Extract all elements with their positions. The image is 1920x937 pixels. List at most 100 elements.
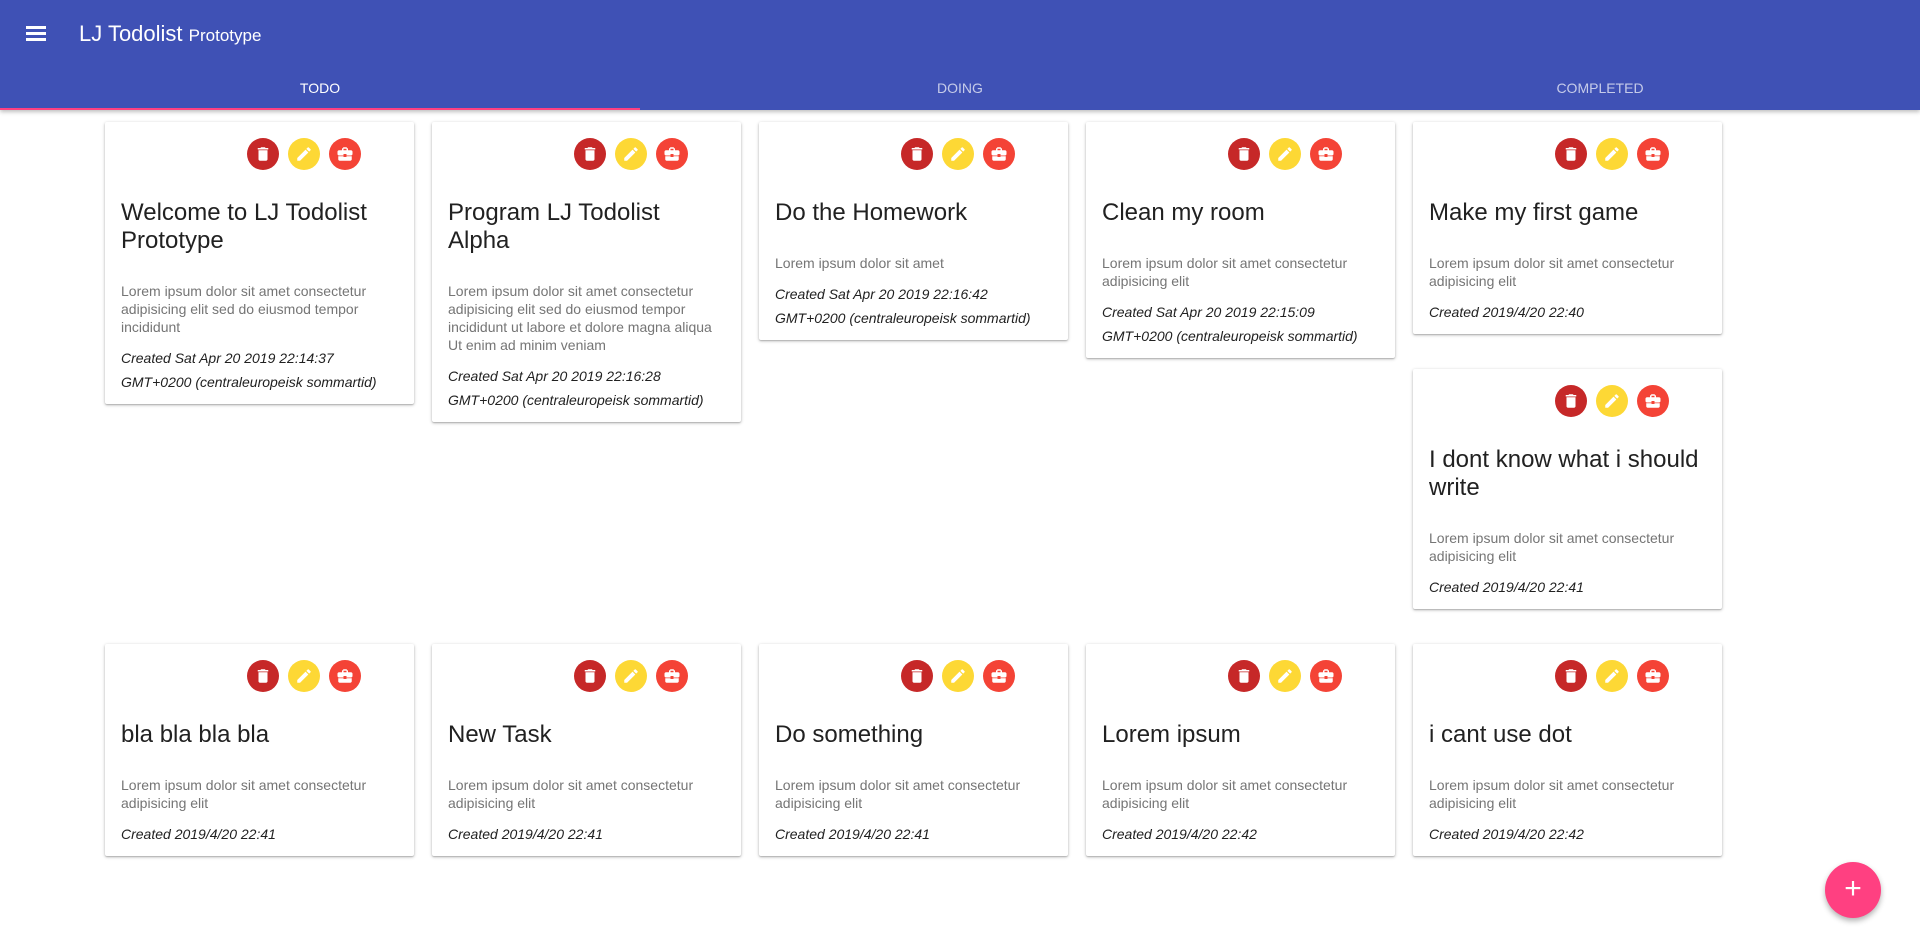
card-actions: [901, 660, 1015, 692]
menu-icon[interactable]: [20, 17, 52, 47]
move-button[interactable]: [1637, 385, 1669, 417]
move-button[interactable]: [983, 660, 1015, 692]
delete-button[interactable]: [1228, 138, 1260, 170]
delete-button[interactable]: [1228, 660, 1260, 692]
edit-icon: [297, 147, 311, 161]
delete-icon: [911, 669, 923, 683]
edit-button[interactable]: [288, 138, 320, 170]
move-button[interactable]: [983, 138, 1015, 170]
card-description: Lorem ipsum dolor sit amet consectetur a…: [1429, 255, 1675, 289]
tab-bar: TODO DOING COMPLETED: [0, 68, 1920, 110]
add-task-button[interactable]: +: [1825, 862, 1881, 918]
edit-button[interactable]: [615, 138, 647, 170]
edit-button[interactable]: [942, 660, 974, 692]
edit-button[interactable]: [615, 660, 647, 692]
edit-button[interactable]: [1269, 660, 1301, 692]
card-created-date: Created Sat Apr 20 2019 22:16:42 GMT+020…: [775, 286, 1031, 326]
delete-icon: [584, 669, 596, 683]
edit-button[interactable]: [942, 138, 974, 170]
todo-card: New Task Lorem ipsum dolor sit amet cons…: [432, 644, 741, 856]
move-button[interactable]: [656, 138, 688, 170]
move-button[interactable]: [1637, 138, 1669, 170]
delete-button[interactable]: [1555, 385, 1587, 417]
delete-button[interactable]: [901, 660, 933, 692]
edit-icon: [297, 669, 311, 683]
edit-icon: [1605, 394, 1619, 408]
card-created-date: Created Sat Apr 20 2019 22:15:09 GMT+020…: [1102, 304, 1358, 344]
edit-icon: [951, 669, 965, 683]
delete-button[interactable]: [901, 138, 933, 170]
card-actions: [247, 138, 361, 170]
delete-button[interactable]: [574, 660, 606, 692]
todo-card: Clean my room Lorem ipsum dolor sit amet…: [1086, 122, 1395, 358]
briefcase-icon: [1645, 394, 1661, 408]
todo-card: i cant use dot Lorem ipsum dolor sit ame…: [1413, 644, 1722, 856]
card-description: Lorem ipsum dolor sit amet consectetur a…: [1429, 777, 1675, 811]
briefcase-icon: [337, 669, 353, 683]
card-actions: [247, 660, 361, 692]
tab-todo[interactable]: TODO: [0, 68, 640, 110]
edit-icon: [1605, 669, 1619, 683]
edit-icon: [624, 669, 638, 683]
card-description: Lorem ipsum dolor sit amet consectetur a…: [121, 777, 367, 811]
delete-icon: [911, 147, 923, 161]
briefcase-icon: [664, 669, 680, 683]
move-button[interactable]: [1310, 660, 1342, 692]
briefcase-icon: [991, 669, 1007, 683]
edit-icon: [1605, 147, 1619, 161]
todo-card: bla bla bla bla Lorem ipsum dolor sit am…: [105, 644, 414, 856]
todo-card: I dont know what i should write Lorem ip…: [1413, 369, 1722, 609]
briefcase-icon: [1645, 147, 1661, 161]
todo-card: Make my first game Lorem ipsum dolor sit…: [1413, 122, 1722, 334]
edit-icon: [951, 147, 965, 161]
todo-card: Do something Lorem ipsum dolor sit amet …: [759, 644, 1068, 856]
move-button[interactable]: [656, 660, 688, 692]
move-button[interactable]: [1637, 660, 1669, 692]
card-actions: [1228, 660, 1342, 692]
edit-button[interactable]: [1596, 385, 1628, 417]
card-title: Make my first game: [1429, 199, 1639, 226]
briefcase-icon: [1318, 147, 1334, 161]
edit-button[interactable]: [1596, 660, 1628, 692]
delete-button[interactable]: [247, 138, 279, 170]
move-button[interactable]: [329, 138, 361, 170]
briefcase-icon: [991, 147, 1007, 161]
briefcase-icon: [337, 147, 353, 161]
card-title: I dont know what i should write: [1429, 446, 1699, 501]
delete-icon: [1238, 669, 1250, 683]
move-button[interactable]: [329, 660, 361, 692]
todo-card: Program LJ Todolist Alpha Lorem ipsum do…: [432, 122, 741, 422]
move-button[interactable]: [1310, 138, 1342, 170]
card-created-date: Created 2019/4/20 22:40: [1429, 304, 1584, 320]
delete-button[interactable]: [247, 660, 279, 692]
card-created-date: Created 2019/4/20 22:41: [121, 826, 276, 842]
card-actions: [1555, 660, 1669, 692]
card-created-date: Created 2019/4/20 22:41: [448, 826, 603, 842]
delete-button[interactable]: [574, 138, 606, 170]
card-title: New Task: [448, 721, 552, 748]
delete-icon: [584, 147, 596, 161]
app-title: LJ Todolist Prototype: [79, 21, 261, 47]
edit-button[interactable]: [1596, 138, 1628, 170]
card-description: Lorem ipsum dolor sit amet consectetur a…: [1429, 530, 1675, 564]
tab-completed[interactable]: COMPLETED: [1280, 68, 1920, 110]
todo-card: Do the Homework Lorem ipsum dolor sit am…: [759, 122, 1068, 340]
edit-icon: [1278, 669, 1292, 683]
delete-icon: [1565, 669, 1577, 683]
card-created-date: Created 2019/4/20 22:41: [775, 826, 930, 842]
card-description: Lorem ipsum dolor sit amet consectetur a…: [121, 283, 367, 335]
card-created-date: Created Sat Apr 20 2019 22:14:37 GMT+020…: [121, 350, 377, 390]
app-title-text: LJ Todolist: [79, 21, 183, 46]
tab-doing[interactable]: DOING: [640, 68, 1280, 110]
delete-button[interactable]: [1555, 660, 1587, 692]
delete-icon: [1565, 147, 1577, 161]
edit-button[interactable]: [288, 660, 320, 692]
card-actions: [1555, 138, 1669, 170]
todo-card: Welcome to LJ Todolist Prototype Lorem i…: [105, 122, 414, 404]
delete-icon: [257, 147, 269, 161]
card-description: Lorem ipsum dolor sit amet: [775, 255, 944, 271]
card-description: Lorem ipsum dolor sit amet consectetur a…: [448, 777, 694, 811]
card-title: bla bla bla bla: [121, 721, 270, 748]
edit-button[interactable]: [1269, 138, 1301, 170]
delete-button[interactable]: [1555, 138, 1587, 170]
